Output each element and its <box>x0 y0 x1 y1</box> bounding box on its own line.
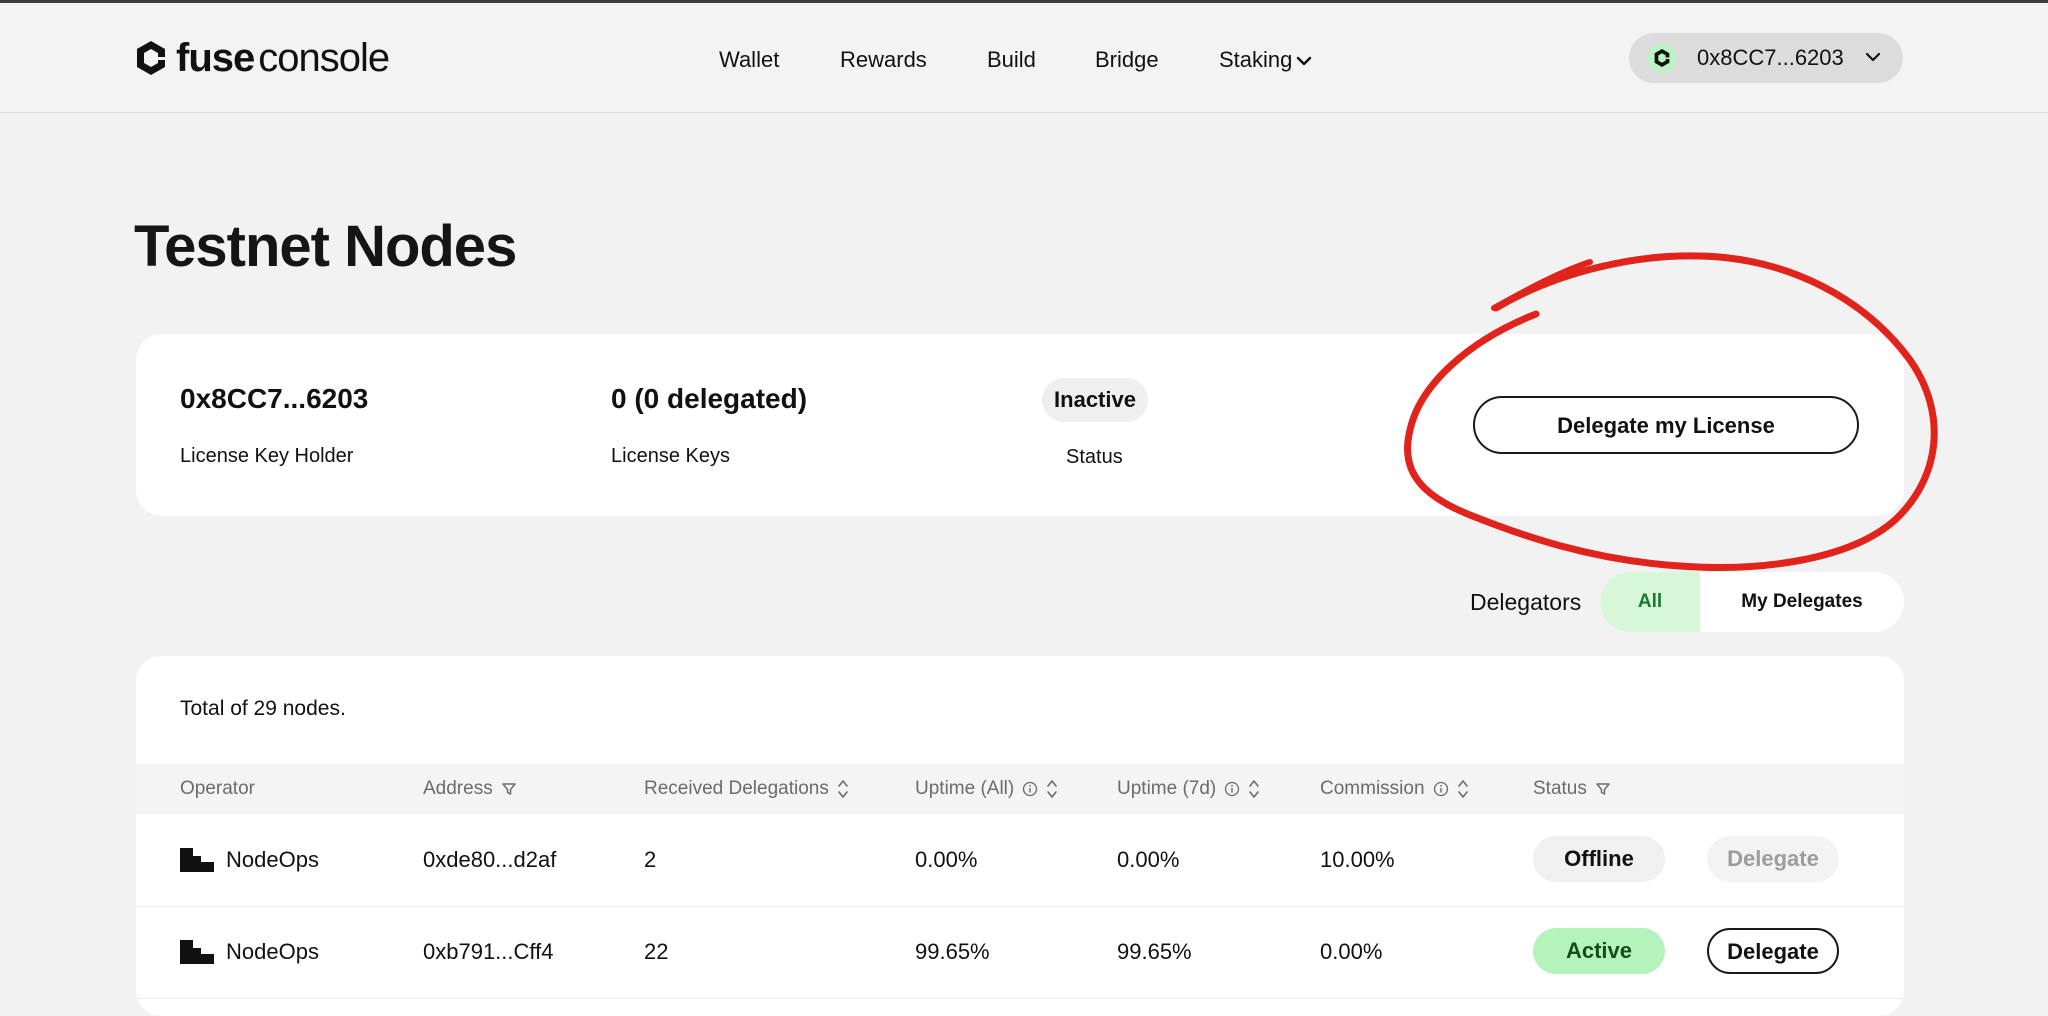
delegate-my-license-button[interactable]: Delegate my License <box>1473 396 1859 454</box>
license-keys-label: License Keys <box>611 445 730 467</box>
address-cell: 0xb791...Cff4 <box>423 939 554 964</box>
address-cell: 0xde80...d2af <box>423 847 557 872</box>
license-key-holder-value: 0x8CC7...6203 <box>180 383 369 414</box>
sort-icon[interactable] <box>837 778 849 800</box>
chevron-down-icon <box>1297 56 1312 66</box>
sort-icon[interactable] <box>1457 778 1469 800</box>
uptime-7d-cell: 0.00% <box>1117 847 1180 872</box>
page-title: Testnet Nodes <box>134 214 517 279</box>
nodeops-logo-icon <box>180 940 214 964</box>
commission-cell: 10.00% <box>1320 847 1395 872</box>
uptime-all-cell: 99.65% <box>915 939 990 964</box>
nav-wallet[interactable]: Wallet <box>719 43 779 77</box>
delegate-button[interactable]: Delegate <box>1707 928 1839 974</box>
table-row[interactable]: NodeOps 0xb791...Cff4 22 99.65% 99.65% 0… <box>136 906 1904 999</box>
nav-rewards[interactable]: Rewards <box>840 43 927 77</box>
delegators-segmented-control: All My Delegates <box>1600 572 1904 632</box>
received-delegations-cell: 2 <box>644 847 657 872</box>
fuse-logo-icon <box>1654 49 1670 67</box>
column-header-received-delegations[interactable]: Received Delegations <box>644 764 849 814</box>
table-row[interactable]: NodeOps 0xde80...d2af 2 0.00% 0.00% 10.0… <box>136 814 1904 907</box>
operator-name: NodeOps <box>226 847 319 872</box>
column-header-commission[interactable]: Commission <box>1320 764 1469 814</box>
wallet-avatar <box>1648 44 1676 72</box>
uptime-7d-cell: 99.65% <box>1117 939 1192 964</box>
operator-name: NodeOps <box>226 939 319 964</box>
sort-icon[interactable] <box>1248 778 1260 800</box>
wallet-address: 0x8CC7...6203 <box>1697 45 1844 70</box>
table-header-row: Operator Address Received Delegations Up… <box>136 764 1904 814</box>
column-header-uptime-all[interactable]: Uptime (All) <box>915 764 1058 814</box>
info-icon <box>1225 781 1240 797</box>
top-navigation-bar: fuse console Wallet Rewards Build Bridge … <box>0 3 2048 113</box>
operator-cell: NodeOps <box>180 906 319 998</box>
info-icon <box>1023 781 1038 797</box>
uptime-all-cell: 0.00% <box>915 847 978 872</box>
nav-staking[interactable]: Staking <box>1219 43 1312 77</box>
column-header-address[interactable]: Address <box>423 764 517 814</box>
commission-cell: 0.00% <box>1320 939 1383 964</box>
license-status-label: Status <box>1066 446 1123 468</box>
column-header-operator: Operator <box>180 778 255 799</box>
nodes-table-card: Total of 29 nodes. Operator Address Rece… <box>136 656 1904 1016</box>
total-nodes-count: Total of 29 nodes. <box>180 697 346 720</box>
status-badge: Offline <box>1533 836 1665 882</box>
received-delegations-cell: 22 <box>644 939 669 964</box>
delegators-filter-label: Delegators <box>1470 589 1582 615</box>
delegate-button-disabled[interactable]: Delegate <box>1707 836 1839 882</box>
info-icon <box>1433 781 1448 797</box>
operator-cell: NodeOps <box>180 814 319 906</box>
column-header-uptime-7d[interactable]: Uptime (7d) <box>1117 764 1260 814</box>
filter-all-button[interactable]: All <box>1600 572 1700 632</box>
license-key-holder-label: License Key Holder <box>180 445 354 467</box>
column-header-status[interactable]: Status <box>1533 764 1611 814</box>
status-badge: Active <box>1533 928 1665 974</box>
nav-build[interactable]: Build <box>987 43 1036 77</box>
wallet-account-button[interactable]: 0x8CC7...6203 <box>1629 33 1903 83</box>
nav-staking-label: Staking <box>1219 47 1293 72</box>
filter-my-delegates-button[interactable]: My Delegates <box>1700 572 1904 632</box>
filter-icon[interactable] <box>1595 781 1611 797</box>
sort-icon[interactable] <box>1046 778 1058 800</box>
chevron-down-icon <box>1865 52 1881 62</box>
filter-icon[interactable] <box>501 781 517 797</box>
license-status-badge: Inactive <box>1042 378 1148 422</box>
license-keys-value: 0 (0 delegated) <box>611 383 808 414</box>
nav-bridge[interactable]: Bridge <box>1095 43 1159 77</box>
nodeops-logo-icon <box>180 848 214 872</box>
